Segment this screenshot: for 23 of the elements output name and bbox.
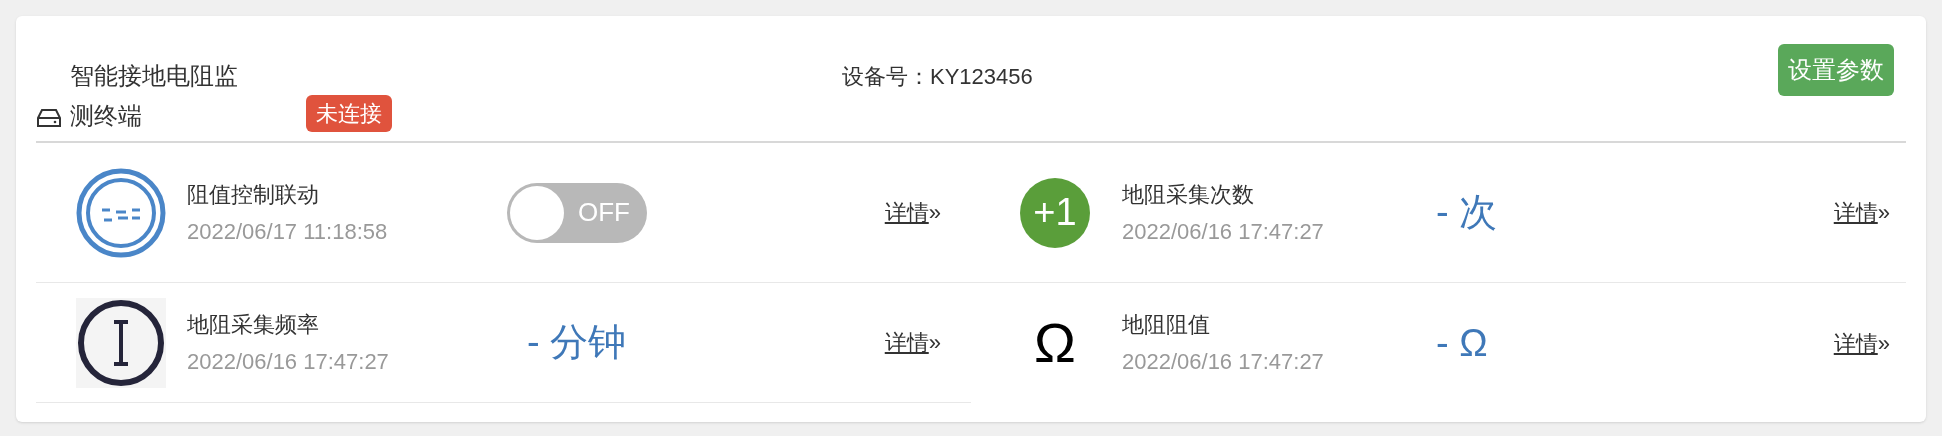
item-timestamp: 2022/06/16 17:47:27 bbox=[1122, 348, 1325, 376]
details-link[interactable]: 详情» bbox=[1833, 326, 1890, 360]
item-title: 地阻采集次数 bbox=[1122, 180, 1255, 209]
drive-icon bbox=[36, 108, 62, 128]
item-timestamp: 2022/06/16 17:47:27 bbox=[1122, 217, 1325, 246]
item-title: 阻值控制联动 bbox=[187, 180, 320, 209]
device-name: 智能接地电阻监测终端 bbox=[70, 61, 239, 131]
item-value: - 分钟 bbox=[526, 320, 627, 365]
details-link[interactable]: 详情» bbox=[1833, 196, 1890, 229]
item-title: 地阻阻值 bbox=[1122, 311, 1211, 339]
item-title: 地阻采集频率 bbox=[187, 310, 320, 339]
item-value: - 次 bbox=[1436, 190, 1498, 235]
details-link[interactable]: 详情» bbox=[884, 326, 941, 359]
plus-one-icon: +1 bbox=[1020, 177, 1090, 248]
info-circle-icon bbox=[76, 297, 166, 388]
serial-number: 设备号：KY123456 bbox=[842, 63, 1033, 91]
item-value: - Ω bbox=[1436, 320, 1488, 366]
omega-icon: Ω bbox=[1020, 308, 1090, 378]
details-link[interactable]: 详情» bbox=[884, 196, 941, 229]
item-timestamp: 2022/06/16 17:47:27 bbox=[187, 347, 390, 376]
status-badge: 未连接 bbox=[306, 95, 392, 132]
item-timestamp: 2022/06/17 11:18:58 bbox=[187, 217, 389, 246]
linked-circle-icon bbox=[76, 167, 166, 258]
